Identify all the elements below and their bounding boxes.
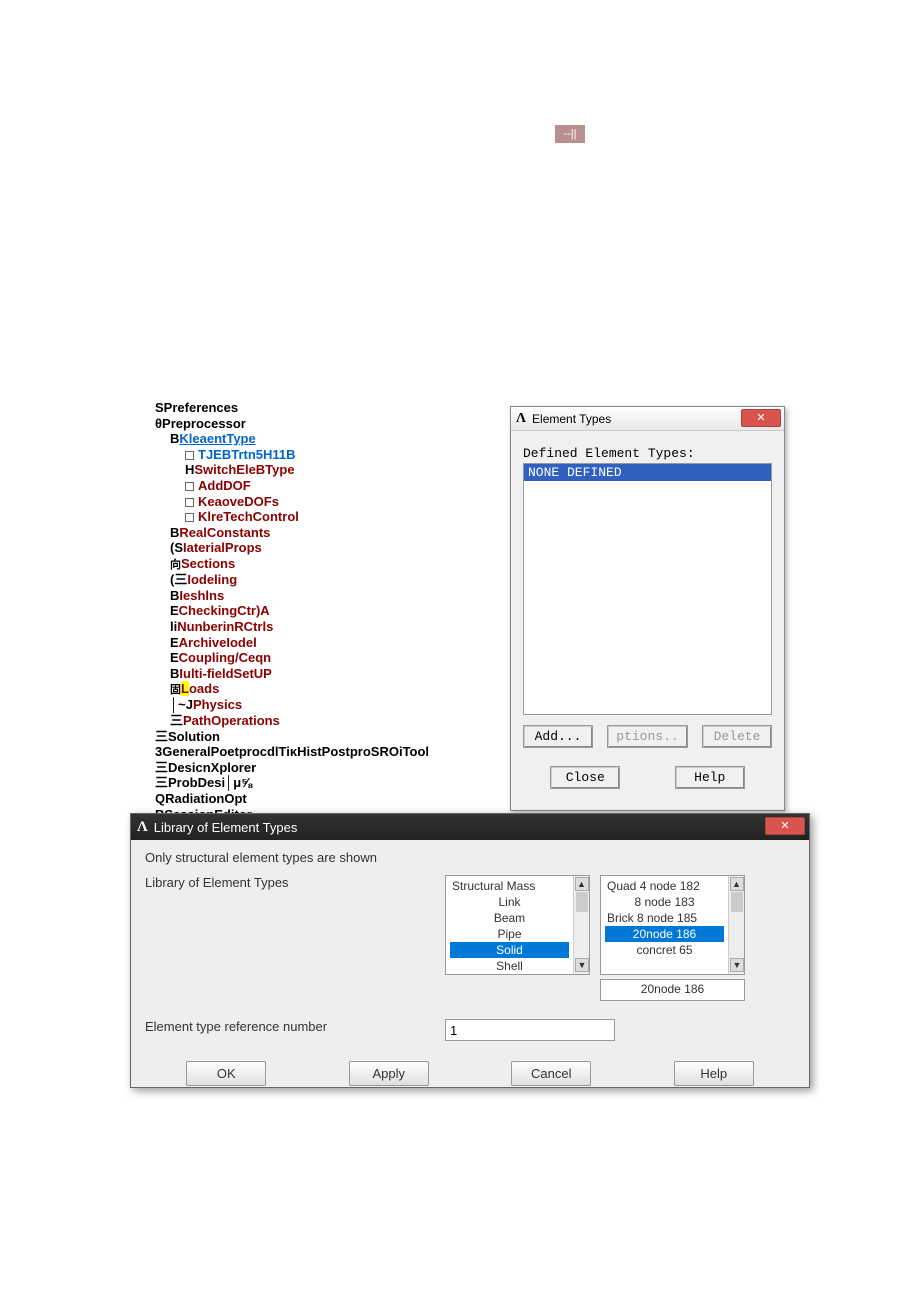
main-menu-tree: SPreferences θPreprocessor BKleaentType … [155,400,505,838]
element-types-title-bar[interactable]: Λ Element Types ✕ [511,407,784,431]
tree-item-loads[interactable]: 固LLoadsoads [155,681,505,697]
tree-item-sections[interactable]: 向Sections [155,556,505,572]
tree-item-preferences[interactable]: SPreferences [155,400,505,416]
close-dialog-button[interactable]: Close [550,766,620,789]
tree-item-add-edit-delete[interactable]: TJEBTrtn5H11B [155,447,505,463]
tree-item-physics[interactable]: │~JPhysics [155,697,505,713]
scroll-thumb[interactable] [731,892,743,912]
scrollbar[interactable]: ▲ ▼ [573,876,589,974]
ref-number-label: Element type reference number [145,1019,445,1034]
status-badge: --|| [555,125,585,143]
tree-item-solution[interactable]: 三Solution [155,729,505,745]
scroll-down-icon[interactable]: ▼ [575,958,589,972]
list-item[interactable]: Link [450,894,569,910]
scroll-down-icon[interactable]: ▼ [730,958,744,972]
tree-item-general-postproc[interactable]: 3GeneralPoetprocdlTiκHistPostproSROiTool [155,744,505,760]
library-label: Library of Element Types [145,875,445,890]
tree-item-coupling-ceqn[interactable]: ECoupling/Ceqn [155,650,505,666]
list-item[interactable]: 8 node 183 [605,894,724,910]
dialog-title: Library of Element Types [154,820,298,835]
list-item[interactable]: Quad 4 node 182 [605,878,724,894]
list-item-selected[interactable]: 20node 186 [605,926,724,942]
list-item[interactable]: Shell [450,958,569,974]
tree-item-elementtype[interactable]: BKleaentType [155,431,505,447]
tree-item-designxplorer[interactable]: 三DesicnXplorer [155,760,505,776]
list-item[interactable]: Beam [450,910,569,926]
close-button[interactable]: ✕ [741,409,781,427]
tree-item-path-operations[interactable]: 三PathOperations [155,713,505,729]
defined-types-label: Defined Element Types: [523,446,772,461]
help-button[interactable]: Help [674,1061,754,1086]
apply-button[interactable]: Apply [349,1061,429,1086]
scroll-up-icon[interactable]: ▲ [730,877,744,891]
ok-button[interactable]: OK [186,1061,266,1086]
checkbox-icon [185,482,194,491]
tree-item-switch-elem-type[interactable]: HSwitchEleBType [155,462,505,478]
defined-types-list[interactable]: NONE DEFINED [523,463,772,715]
tree-item-elem-tech-control[interactable]: KlreTechControl [155,509,505,525]
close-button[interactable]: ✕ [765,817,805,835]
app-logo-icon: Λ [516,411,526,427]
tree-item-archive-model[interactable]: EArchiveIodel [155,635,505,651]
checkbox-icon [185,451,194,460]
add-button[interactable]: Add... [523,725,593,748]
tree-item-multi-field-setup[interactable]: BIulti-fieldSetUP [155,666,505,682]
tree-item-prob-design[interactable]: 三ProbDesi│μ⅝ [155,775,505,791]
tree-item-preprocessor[interactable]: θPreprocessor [155,416,505,432]
help-button[interactable]: Help [675,766,745,789]
filter-note: Only structural element types are shown [145,850,795,865]
cancel-button[interactable]: Cancel [511,1061,591,1086]
tree-item-add-dof[interactable]: AddDOF [155,478,505,494]
scrollbar[interactable]: ▲ ▼ [728,876,744,974]
app-logo-icon: Λ [137,819,148,836]
element-listbox[interactable]: Quad 4 node 182 8 node 183 Brick 8 node … [600,875,745,975]
tree-item-numbering-ctrls[interactable]: liNunberinRCtrls [155,619,505,635]
ref-number-input[interactable] [445,1019,615,1041]
tree-item-checking-ctrls[interactable]: ECheckingCtr)A [155,603,505,619]
scroll-thumb[interactable] [576,892,588,912]
checkbox-icon [185,513,194,522]
scroll-up-icon[interactable]: ▲ [575,877,589,891]
list-item[interactable]: Brick 8 node 185 [605,910,724,926]
tree-item-meshing[interactable]: BIeshlns [155,588,505,604]
category-listbox[interactable]: Structural Mass Link Beam Pipe Solid She… [445,875,590,975]
tree-item-modeling[interactable]: (三Iodeling [155,572,505,588]
library-title-bar[interactable]: Λ Library of Element Types ✕ [131,814,809,840]
selected-element-display: 20node 186 [600,979,745,1001]
options-button[interactable]: ptions.. [607,725,687,748]
list-item[interactable]: concret 65 [605,942,724,958]
checkbox-icon [185,498,194,507]
list-item[interactable]: Pipe [450,926,569,942]
library-element-types-dialog: Λ Library of Element Types ✕ Only struct… [130,813,810,1088]
element-types-dialog: Λ Element Types ✕ Defined Element Types:… [510,406,785,811]
list-item-selected[interactable]: Solid [450,942,569,958]
list-item-selected[interactable]: NONE DEFINED [524,464,771,481]
tree-item-real-constants[interactable]: BRealConstants [155,525,505,541]
tree-item-remove-dofs[interactable]: KeaoveDOFs [155,494,505,510]
tree-item-material-props[interactable]: (SIaterialProps [155,540,505,556]
delete-button[interactable]: Delete [702,725,772,748]
tree-item-radiation-opt[interactable]: QRadiationOpt [155,791,505,807]
dialog-title: Element Types [532,412,611,426]
list-item[interactable]: Structural Mass [450,878,569,894]
